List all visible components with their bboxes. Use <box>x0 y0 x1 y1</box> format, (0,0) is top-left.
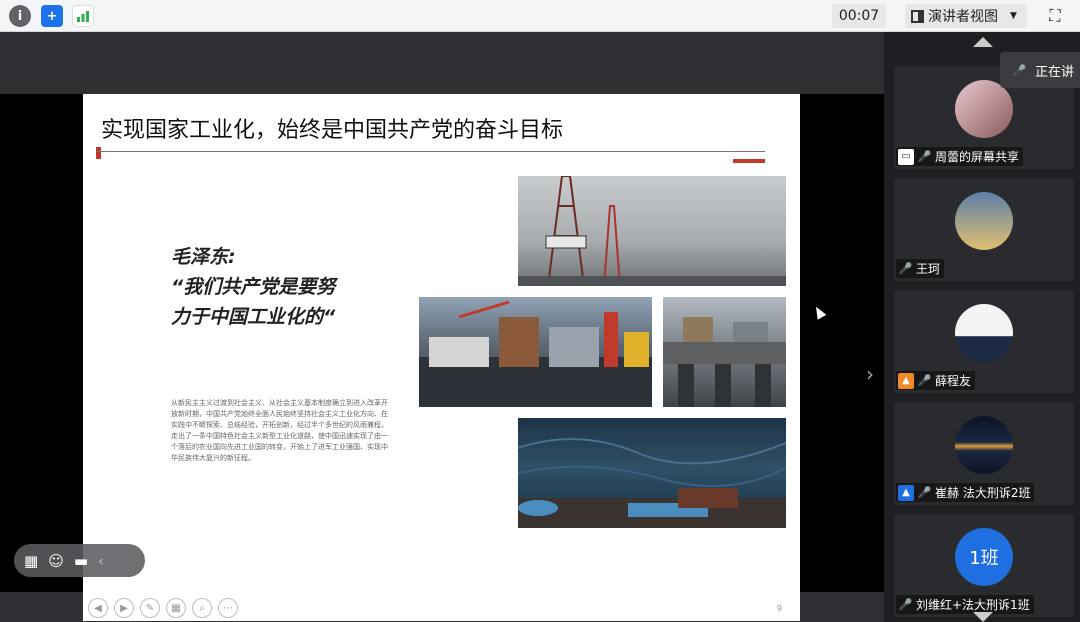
sea-pipeline-photo <box>518 418 786 528</box>
presenter-view-button[interactable]: 演讲者视图 ▼ <box>905 4 1027 28</box>
participant-name: 周蕾的屏幕共享 <box>935 150 1020 164</box>
slide-title: 实现国家工业化，始终是中国共产党的奋斗目标 <box>101 118 564 143</box>
slide-page-number: 9 <box>776 604 782 613</box>
quote-block: 毛泽东: “我们共产党是要努 力于中国工业化的“ <box>171 242 335 332</box>
speaking-label: 正在讲 <box>1035 64 1075 80</box>
next-slide-icon[interactable]: ▶ <box>114 598 134 618</box>
oil-rig-derrick-photo <box>518 176 786 286</box>
participant-name-tag: 🎤 刘维红+法大刑诉1班 <box>896 595 1034 614</box>
quote-line-1: “我们共产党是要努 <box>171 276 336 298</box>
reaction-icon[interactable]: ☺ <box>48 552 64 570</box>
participant-name-tag: ▲ 🎤 薛程友 <box>896 371 976 390</box>
participant-name-tag: 🎤 王珂 <box>896 259 945 278</box>
quote-author: 毛泽东: <box>171 246 236 268</box>
participant-name-tag: ▲ 🎤 崔赫 法大刑诉2班 <box>896 483 1035 502</box>
presenter-view-label: 演讲者视图 <box>928 9 998 25</box>
slide-body-text: 从新民主主义过渡到社会主义、从社会主义基本制度确立到进入改革开放新时期，中国共产… <box>171 399 388 462</box>
zoom-icon[interactable]: ⌕ <box>192 598 212 618</box>
host-icon: ▲ <box>898 372 914 389</box>
avatar <box>955 416 1013 474</box>
floating-toolbar: ▦ ☺ ▬ ‹ <box>14 544 145 577</box>
platform-legs-photo <box>663 297 786 407</box>
title-accent-right <box>733 159 765 163</box>
offshore-platform-photo <box>419 297 652 407</box>
avatar <box>955 192 1013 250</box>
signal-icon[interactable] <box>72 5 94 27</box>
participant-name: 刘维红+法大刑诉1班 <box>916 598 1030 612</box>
shield-icon[interactable]: + <box>41 5 63 27</box>
title-divider <box>97 151 765 152</box>
mic-off-icon: 🎤 <box>898 262 913 275</box>
meeting-timer: 00:07 <box>832 4 886 28</box>
screen-share-icon: ▭ <box>898 148 914 165</box>
scroll-up-icon[interactable] <box>973 37 993 47</box>
participant-tile[interactable]: 1班 🎤 刘维红+法大刑诉1班 <box>894 514 1074 617</box>
participant-name: 薛程友 <box>935 374 972 388</box>
collapse-toolbar-icon[interactable]: ‹ <box>98 552 104 570</box>
fullscreen-icon[interactable]: ⛶ <box>1044 5 1066 27</box>
mic-off-icon: 🎤 <box>1012 63 1027 77</box>
speaking-indicator: 🎤 正在讲 <box>1000 52 1080 88</box>
cohost-icon: ▲ <box>898 484 914 501</box>
title-accent-left <box>96 147 101 159</box>
apps-grid-icon[interactable]: ▦ <box>24 552 38 570</box>
participant-tile[interactable]: ▲ 🎤 崔赫 法大刑诉2班 <box>894 402 1074 505</box>
presentation-slide: 实现国家工业化，始终是中国共产党的奋斗目标 毛泽东: “我们共产党是要努 力于中… <box>83 94 800 621</box>
chevron-right-icon[interactable]: › <box>866 362 874 386</box>
participant-tile[interactable]: 🎤 王珂 <box>894 178 1074 281</box>
participant-name: 崔赫 法大刑诉2班 <box>935 486 1031 500</box>
chevron-down-icon: ▼ <box>1010 11 1017 21</box>
avatar <box>955 304 1013 362</box>
mic-off-icon: 🎤 <box>917 374 932 387</box>
pen-icon[interactable]: ✎ <box>140 598 160 618</box>
presenter-view-icon <box>911 9 924 23</box>
avatar <box>955 80 1013 138</box>
chat-icon[interactable]: ▬ <box>74 552 88 570</box>
prev-slide-icon[interactable]: ◀ <box>88 598 108 618</box>
mic-off-icon: 🎤 <box>898 598 913 611</box>
participant-name-tag: ▭ 🎤 周蕾的屏幕共享 <box>896 147 1024 166</box>
info-icon[interactable]: i <box>9 5 31 27</box>
scroll-down-icon[interactable] <box>973 612 993 622</box>
quote-line-2: 力于中国工业化的“ <box>171 306 336 328</box>
top-toolbar: i + 00:07 演讲者视图 ▼ ⛶ <box>0 0 1080 32</box>
participant-name: 王珂 <box>916 262 941 276</box>
slides-grid-icon[interactable]: ▦ <box>166 598 186 618</box>
mic-off-icon: 🎤 <box>917 486 932 499</box>
shared-screen-area: 实现国家工业化，始终是中国共产党的奋斗目标 毛泽东: “我们共产党是要努 力于中… <box>0 32 884 622</box>
screen-top-margin <box>0 32 884 94</box>
mic-off-icon: 🎤 <box>917 150 932 163</box>
participant-tile[interactable]: ▲ 🎤 薛程友 <box>894 290 1074 393</box>
participant-sidebar: ▭ 🎤 周蕾的屏幕共享 🎤 王珂 ▲ 🎤 薛程友 ▲ 🎤 崔赫 法大刑诉2班 1… <box>884 32 1080 622</box>
more-icon[interactable]: ⋯ <box>218 598 238 618</box>
avatar: 1班 <box>955 528 1013 586</box>
slide-navigation: ◀ ▶ ✎ ▦ ⌕ ⋯ <box>88 598 238 618</box>
